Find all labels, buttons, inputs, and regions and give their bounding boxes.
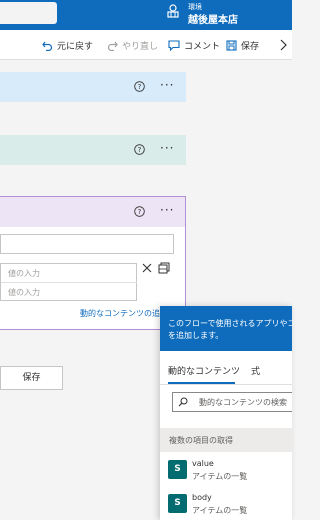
- more-options-icon[interactable]: ···: [160, 203, 174, 217]
- value-input[interactable]: 値の入力: [8, 287, 40, 298]
- item-subtitle: アイテムの一覧: [192, 472, 248, 481]
- flow-step-1[interactable]: ? ···: [0, 72, 186, 102]
- flow-title-box[interactable]: [0, 2, 57, 24]
- redo-label: やり直し: [122, 41, 159, 52]
- redo-button[interactable]: やり直し: [107, 38, 158, 52]
- save-toolbar-label: 保存: [241, 41, 260, 52]
- flow-step-2[interactable]: ? ···: [0, 135, 186, 165]
- environment-name[interactable]: 越後屋本店: [188, 11, 238, 26]
- svg-text:?: ?: [138, 83, 142, 91]
- environment-icon: [167, 4, 179, 18]
- close-icon[interactable]: [142, 263, 152, 273]
- redo-icon: [107, 41, 118, 51]
- flyout-description-line2: を追加します。: [168, 331, 224, 340]
- action-card-header[interactable]: ? ···: [0, 197, 185, 227]
- help-icon[interactable]: ?: [134, 144, 145, 155]
- section-title: 複数の項目の取得: [169, 436, 233, 445]
- flyout-header: このフローで使用されるアプリやコネ を追加します。: [160, 306, 292, 351]
- item-subtitle: アイテムの一覧: [192, 506, 248, 515]
- comment-label: コメント: [184, 41, 221, 52]
- tab-dynamic-content[interactable]: 動的なコンテンツ: [168, 364, 240, 377]
- undo-button[interactable]: 元に戻す: [42, 38, 93, 52]
- save-icon: [226, 39, 237, 51]
- row-divider: [1, 282, 137, 283]
- undo-label: 元に戻す: [57, 41, 94, 52]
- sharepoint-icon: S: [168, 494, 187, 513]
- table-mode-icon[interactable]: [158, 262, 170, 274]
- chevron-icon[interactable]: [279, 38, 289, 52]
- comment-icon: [168, 39, 180, 51]
- key-value-table: 値の入力 値の入力: [0, 263, 137, 301]
- more-options-icon[interactable]: ···: [160, 141, 174, 155]
- tab-expression[interactable]: 式: [251, 364, 260, 377]
- undo-icon: [42, 41, 53, 51]
- add-dynamic-content-link[interactable]: 動的なコンテンツの追加: [80, 308, 160, 319]
- svg-text:?: ?: [138, 208, 142, 216]
- dynamic-content-item[interactable]: S body アイテムの一覧: [160, 490, 292, 520]
- svg-text:?: ?: [138, 146, 142, 154]
- item-name: value: [192, 459, 214, 468]
- uri-field[interactable]: [0, 234, 174, 254]
- more-options-icon[interactable]: ···: [160, 78, 174, 92]
- dynamic-content-item[interactable]: S value アイテムの一覧: [160, 456, 292, 486]
- dynamic-content-panel: このフローで使用されるアプリやコネ を追加します。 動的なコンテンツ 式 動的な…: [160, 306, 292, 520]
- save-toolbar-button[interactable]: 保存: [226, 38, 259, 52]
- help-icon[interactable]: ?: [134, 206, 145, 217]
- action-card: ? ··· 値の入力 値の入力 動的なコンテンツの追加: [0, 196, 186, 330]
- key-input[interactable]: 値の入力: [8, 268, 40, 279]
- command-bar: 元に戻す やり直し コメント 保存: [0, 30, 292, 60]
- item-name: body: [192, 493, 212, 502]
- search-placeholder: 動的なコンテンツの検索: [199, 398, 287, 407]
- search-icon: [178, 397, 188, 407]
- dynamic-content-search[interactable]: 動的なコンテンツの検索: [172, 392, 292, 412]
- save-button[interactable]: 保存: [0, 366, 63, 390]
- flyout-description-line1: このフローで使用されるアプリやコネ: [168, 319, 292, 328]
- tab-divider: [160, 384, 292, 385]
- sharepoint-icon: S: [168, 460, 187, 479]
- help-icon[interactable]: ?: [134, 81, 145, 92]
- comment-button[interactable]: コメント: [168, 38, 220, 52]
- section-header[interactable]: 複数の項目の取得: [160, 428, 292, 452]
- top-bar: 環境 越後屋本店: [0, 0, 292, 30]
